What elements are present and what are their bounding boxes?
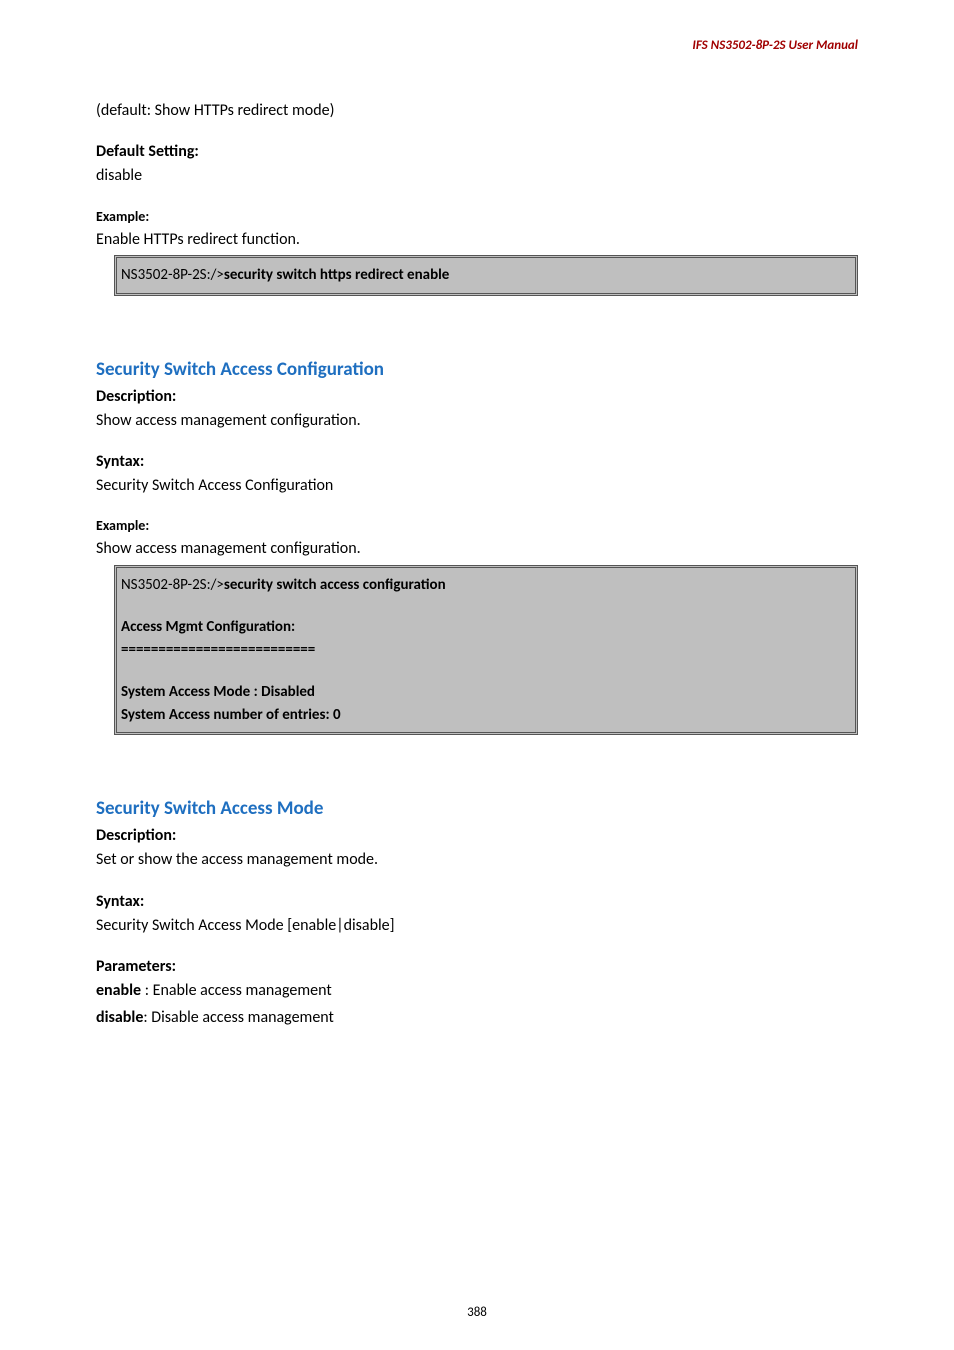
syntax-value: Security Switch Access Configuration [96, 475, 858, 497]
cli-command: security switch https redirect enable [224, 266, 450, 284]
parameter-value: Disable access management [151, 1008, 334, 1027]
document-page: IFS NS3502-8P-2S User Manual (default: S… [0, 0, 954, 1350]
parameters-label: Parameters: [96, 957, 858, 976]
parameter-line: disable: Disable access management [96, 1007, 858, 1029]
cli-prompt: NS3502-8P-2S:/> [121, 576, 224, 594]
default-setting-label: Default Setting: [96, 142, 858, 161]
cli-command: security switch access configuration [224, 576, 446, 594]
section-heading-access-mode: Security Switch Access Mode [96, 797, 858, 820]
example-description: Show access management configuration. [96, 538, 858, 560]
cli-output-line: System Access Mode : Disabled [121, 681, 851, 704]
cli-output-line: System Access number of entries: 0 [121, 704, 851, 727]
page-number: 388 [0, 1305, 954, 1320]
parameter-key: enable [96, 981, 141, 1000]
example-label: Example: [96, 208, 858, 225]
description-value: Set or show the access management mode. [96, 849, 858, 871]
page-header: IFS NS3502-8P-2S User Manual [692, 38, 858, 53]
description-label: Description: [96, 387, 858, 406]
cli-output-line: ========================== [121, 639, 851, 662]
default-note: (default: Show HTTPs redirect mode) [96, 100, 858, 122]
cli-output-line: Access Mgmt Configuration: [121, 616, 851, 639]
parameter-line: enable : Enable access management [96, 980, 858, 1002]
example-label: Example: [96, 517, 858, 534]
code-box: NS3502-8P-2S:/>security switch https red… [114, 255, 858, 296]
parameter-separator: : [141, 981, 153, 1000]
parameter-key: disable [96, 1008, 143, 1027]
default-setting-value: disable [96, 165, 858, 187]
section-heading-access-configuration: Security Switch Access Configuration [96, 358, 858, 381]
page-content: (default: Show HTTPs redirect mode) Defa… [96, 100, 858, 1029]
syntax-label: Syntax: [96, 452, 858, 471]
description-value: Show access management configuration. [96, 410, 858, 432]
parameter-value: Enable access management [153, 981, 332, 1000]
example-description: Enable HTTPs redirect function. [96, 229, 858, 251]
code-box: NS3502-8P-2S:/>security switch access co… [114, 565, 858, 736]
syntax-label: Syntax: [96, 892, 858, 911]
description-label: Description: [96, 826, 858, 845]
syntax-value: Security Switch Access Mode [enable|disa… [96, 915, 858, 937]
cli-prompt: NS3502-8P-2S:/> [121, 266, 224, 284]
